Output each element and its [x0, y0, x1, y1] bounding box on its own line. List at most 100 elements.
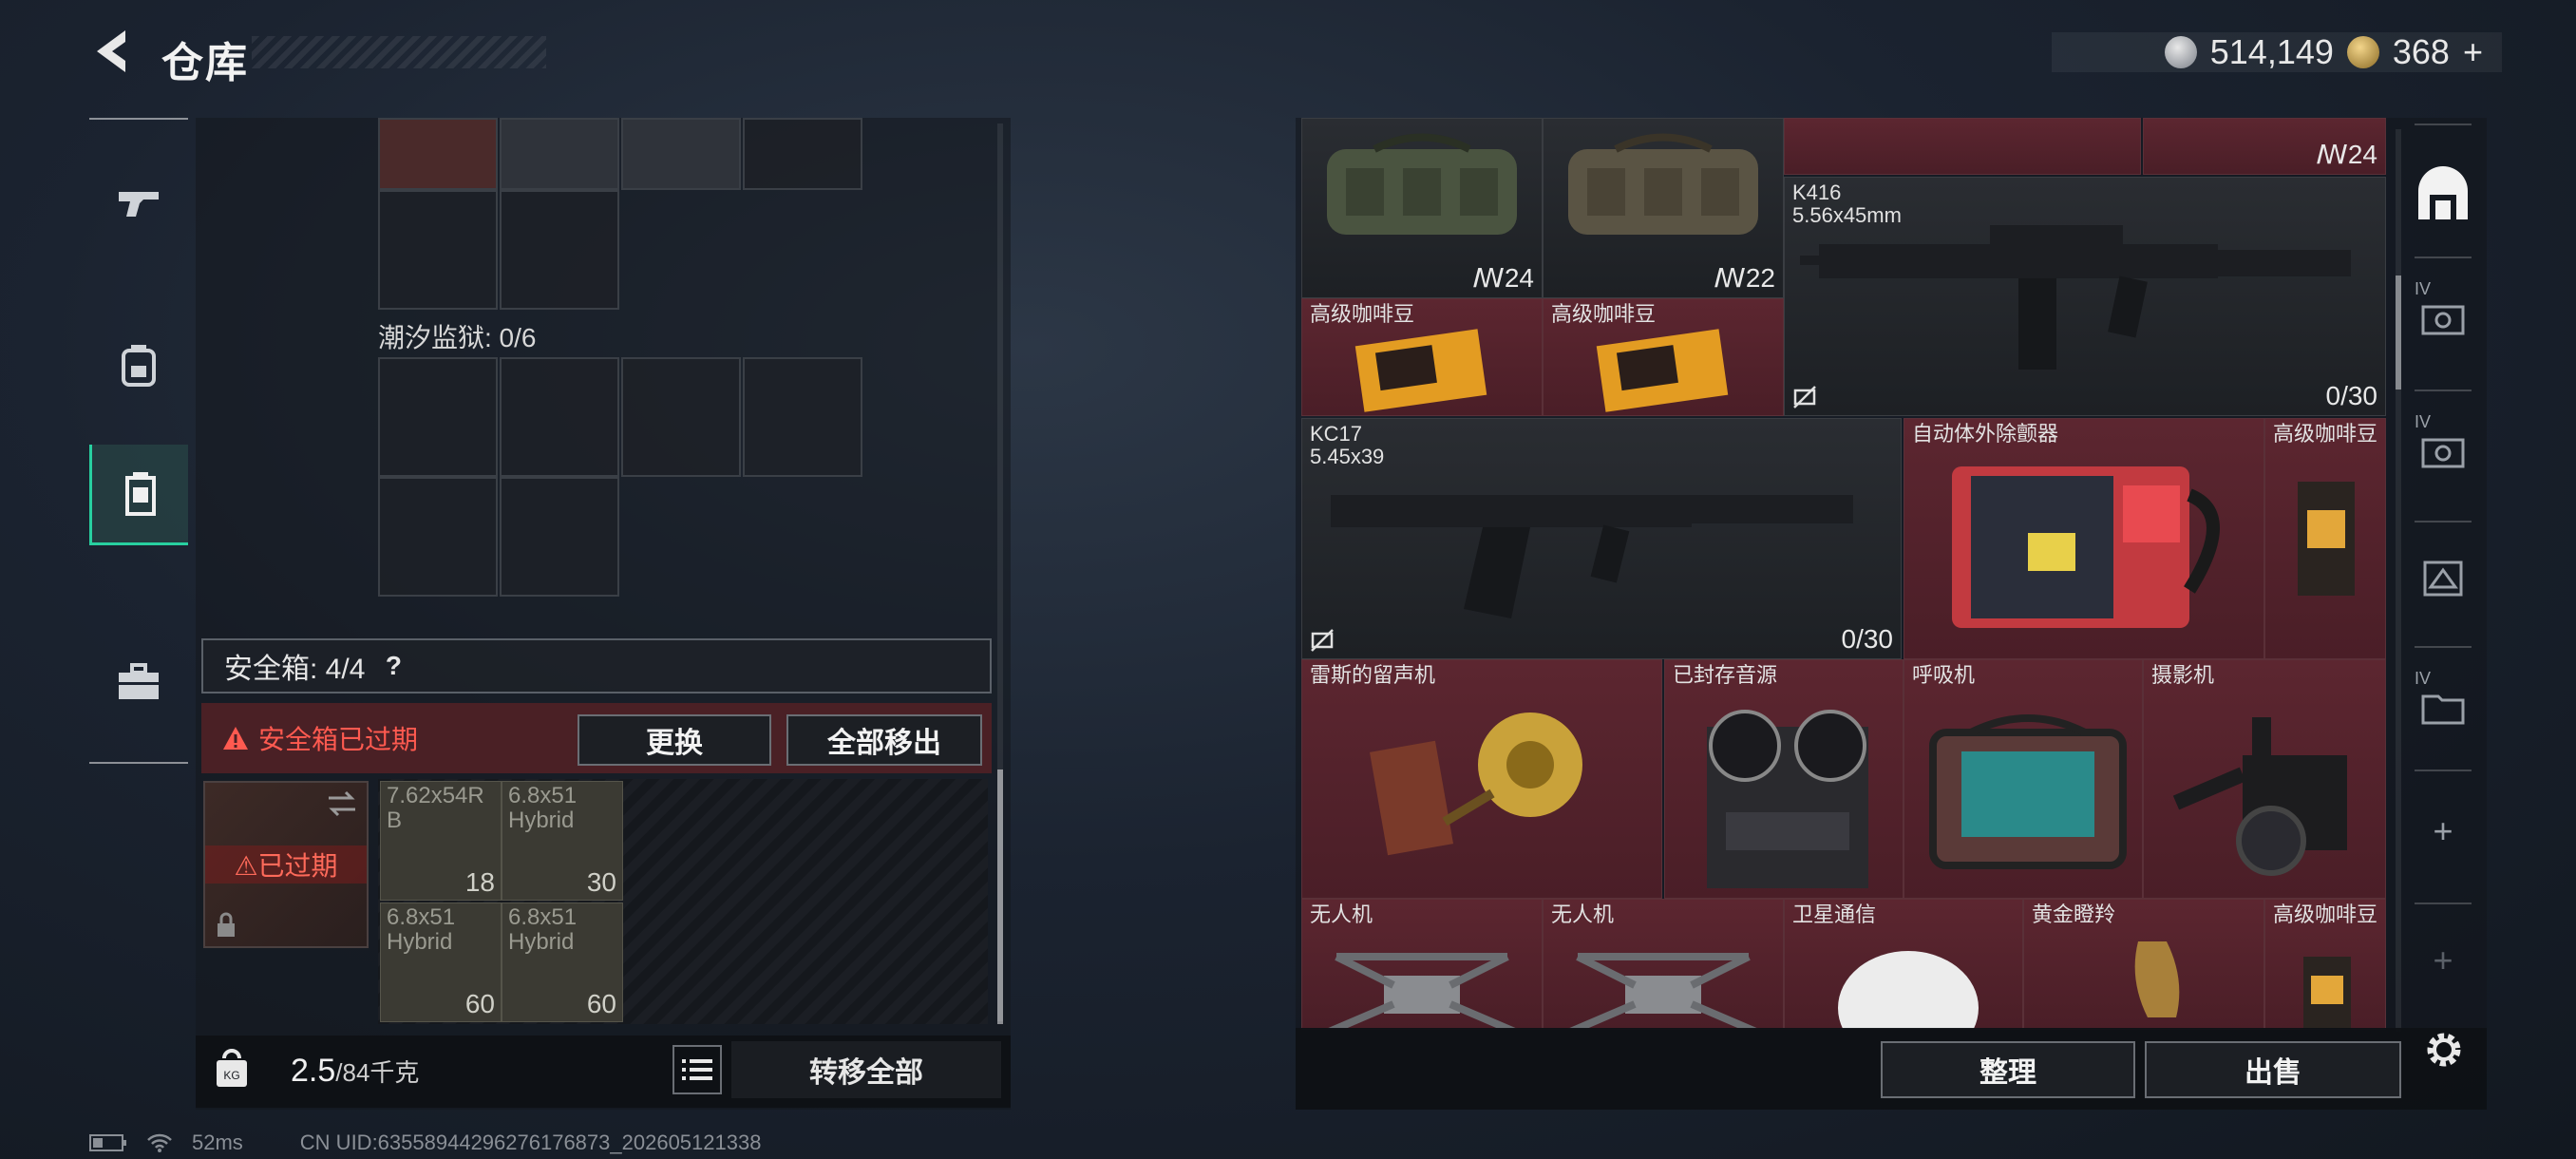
storage-tab-2[interactable]: IV	[2407, 399, 2479, 504]
grid-slot-empty[interactable]	[500, 477, 619, 597]
item-count-value: 22	[1745, 263, 1775, 293]
inventory-item-golden-gazelle[interactable]: 黄金瞪羚	[2023, 899, 2264, 1030]
inventory-item-gramophone[interactable]: 雷斯的留声机	[1301, 659, 1662, 899]
inventory-item-bag[interactable]: ꟿ22	[1543, 118, 1784, 298]
transfer-all-button[interactable]: 转移全部	[731, 1041, 1001, 1098]
grid-slot-empty[interactable]	[743, 118, 862, 190]
item-name: 卫星通信	[1792, 902, 1877, 926]
left-scrollbar-thumb[interactable]	[997, 770, 1003, 1024]
item-name: 黄金瞪羚	[2032, 902, 2116, 926]
item-name: 已封存音源	[1673, 663, 1778, 687]
coffee-bag-icon	[2298, 482, 2355, 596]
coffee-bag-icon	[1596, 329, 1729, 412]
grid-slot-empty[interactable]	[378, 357, 498, 477]
title-decoration	[252, 36, 546, 68]
ammo-name: 6.8x51 Hybrid	[508, 904, 578, 955]
ammo-count: 30	[586, 867, 616, 897]
item-name: 高级咖啡豆	[1551, 302, 1657, 326]
drone-icon	[1326, 953, 1518, 1029]
item-name: 高级咖啡豆	[1310, 302, 1415, 326]
inventory-item-kc17[interactable]: KC17 5.45x39 0/30	[1301, 418, 1902, 659]
grid-slot-empty[interactable]	[621, 357, 741, 477]
weight-icon: KG	[217, 1049, 247, 1087]
magazine-count: 0/30	[2325, 381, 2378, 410]
storage-tab-3[interactable]	[2407, 524, 2479, 629]
inventory-item-satellite-dish[interactable]: 卫星通信	[1784, 899, 2023, 1030]
sell-button[interactable]: 出售	[2145, 1041, 2401, 1098]
nav-weapons[interactable]	[89, 154, 188, 253]
grid-slot-empty[interactable]	[743, 357, 862, 477]
nav-storage[interactable]	[89, 445, 188, 545]
add-gold-button[interactable]: +	[2463, 32, 2483, 72]
ammo-item[interactable]: 6.8x51 Hybrid 60	[502, 902, 623, 1022]
list-view-button[interactable]	[672, 1045, 722, 1094]
inventory-item-coffee[interactable]: 高级咖啡豆	[1543, 298, 1784, 416]
settings-button[interactable]	[2420, 1026, 2468, 1074]
nav-armor[interactable]	[89, 315, 188, 414]
inventory-item-video-camera[interactable]: 摄影机	[2143, 659, 2386, 899]
grid-slot-empty[interactable]	[378, 477, 498, 597]
add-storage-button[interactable]: +	[2407, 779, 2479, 884]
help-icon[interactable]: ?	[376, 649, 410, 683]
move-all-out-button[interactable]: 全部移出	[786, 714, 982, 766]
add-storage-button-disabled[interactable]: +	[2407, 908, 2479, 1013]
grid-slot-empty[interactable]	[500, 190, 619, 310]
ammo-name: 6.8x51 Hybrid	[387, 904, 456, 955]
inventory-item-tape-recorder[interactable]: 已封存音源	[1664, 659, 1904, 899]
no-attachment-icon	[1311, 629, 1334, 652]
storage-tab-1[interactable]: IV	[2407, 266, 2479, 370]
silver-coin-icon	[2164, 36, 2197, 68]
swap-icon	[329, 790, 355, 817]
stack-icon: ꟿ	[1472, 263, 1505, 293]
wifi-icon	[147, 1133, 172, 1152]
ammo-item[interactable]: 6.8x51 Hybrid 60	[380, 902, 502, 1022]
ammo-item[interactable]: 7.62x54R B 18	[380, 781, 502, 901]
inventory-item-drone[interactable]: 无人机	[1301, 899, 1543, 1030]
ammo-box-icon	[2423, 560, 2463, 597]
storage-tab-4[interactable]: IV	[2407, 656, 2479, 760]
grid-slot-item[interactable]	[378, 118, 498, 190]
container-icon	[124, 471, 156, 516]
inventory-item-bag[interactable]: ꟿ24	[1301, 118, 1543, 298]
inventory-item-defibrillator[interactable]: 自动体外除颤器	[1904, 418, 2264, 659]
ammo-item[interactable]: 6.8x51 Hybrid 30	[502, 781, 623, 901]
back-button[interactable]	[87, 25, 141, 78]
right-scrollbar-thumb[interactable]	[2396, 276, 2401, 390]
inventory-item-k416[interactable]: K416 5.56x45mm 0/30	[1784, 177, 2386, 416]
grid-slot-empty[interactable]	[378, 190, 498, 310]
grid-slot-empty[interactable]	[500, 357, 619, 477]
left-nav	[89, 118, 188, 764]
item-name: 高级咖啡豆	[2273, 902, 2378, 926]
weight-display: 2.5/84千克	[291, 1053, 419, 1090]
grid-slot-item[interactable]	[500, 118, 619, 190]
inventory-item[interactable]	[1784, 118, 2141, 175]
magazine-count: 0/30	[1841, 624, 1894, 654]
tier-label: IV	[2415, 279, 2432, 298]
inventory-item[interactable]: ꟿ24	[2143, 118, 2386, 175]
duffel-bag-icon	[1568, 133, 1758, 235]
storage-main-tab[interactable]	[2407, 142, 2479, 247]
gazelle-statue-icon	[2134, 941, 2180, 1017]
replace-button[interactable]: 更换	[578, 714, 771, 766]
inventory-item-drone[interactable]: 无人机	[1543, 899, 1784, 1030]
inventory-item-coffee[interactable]: 高级咖啡豆	[2264, 899, 2386, 1030]
gun-icon	[119, 192, 159, 217]
no-attachment-icon	[1793, 386, 1816, 408]
item-name: 无人机	[1310, 902, 1373, 926]
sort-button[interactable]: 整理	[1881, 1041, 2135, 1098]
grid-slot-item[interactable]	[621, 118, 741, 190]
lock-icon	[218, 912, 235, 937]
inventory-item-coffee[interactable]: 高级咖啡豆	[1301, 298, 1543, 416]
tier-label: IV	[2415, 669, 2432, 688]
inventory-item-respirator[interactable]: 呼吸机	[1904, 659, 2143, 899]
warning-icon	[223, 727, 248, 750]
safebox-label: 安全箱: 4/4	[224, 654, 366, 685]
item-count-value: 24	[1504, 263, 1534, 293]
right-scrollbar[interactable]	[2396, 129, 2401, 1032]
inventory-item-coffee[interactable]: 高级咖啡豆	[2264, 418, 2386, 659]
list-icon	[682, 1059, 712, 1080]
currency-bar: 514,149 368 +	[2052, 32, 2502, 72]
nav-kit[interactable]	[89, 633, 188, 732]
safebox-item[interactable]: ⚠已过期	[203, 781, 369, 948]
right-nav: IV IV IV + +	[2407, 124, 2479, 1013]
